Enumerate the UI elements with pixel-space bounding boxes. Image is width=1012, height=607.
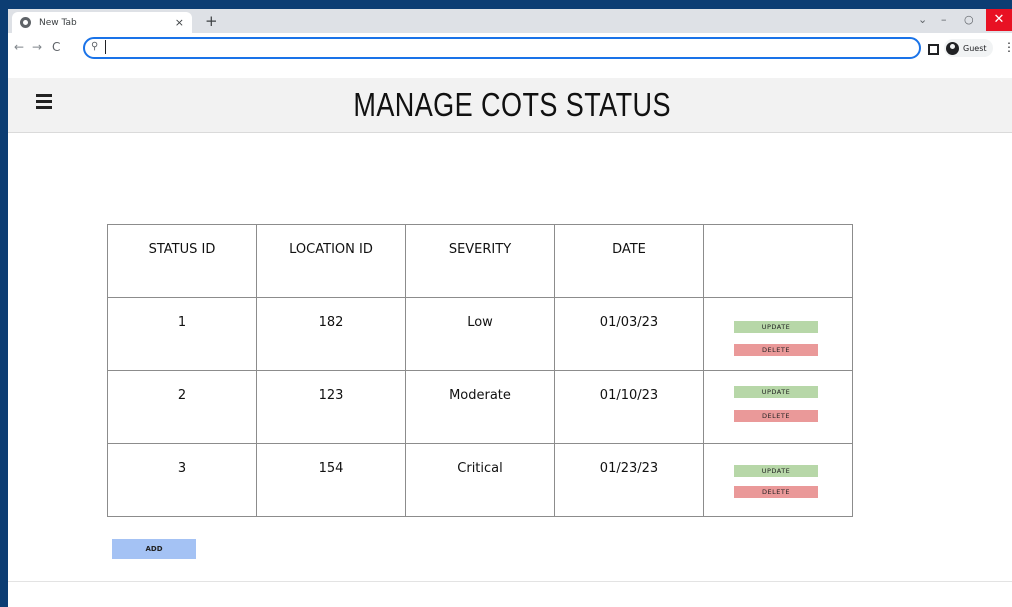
forward-arrow-icon[interactable]: → bbox=[32, 39, 42, 55]
date-cell: 01/23/23 bbox=[554, 443, 704, 517]
column-header-date: DATE bbox=[554, 224, 704, 298]
status-id-value: 3 bbox=[177, 461, 187, 476]
delete-button[interactable]: DELETE bbox=[734, 344, 818, 356]
location-id-cell: 182 bbox=[256, 297, 406, 371]
column-header-label: SEVERITY bbox=[448, 242, 512, 257]
column-header-status-id: STATUS ID bbox=[107, 224, 257, 298]
update-button[interactable]: UPDATE bbox=[734, 321, 818, 333]
actions-cell: UPDATE DELETE bbox=[703, 370, 853, 444]
column-header-severity: SEVERITY bbox=[405, 224, 555, 298]
status-id-value: 2 bbox=[177, 388, 187, 403]
severity-cell: Moderate bbox=[405, 370, 555, 444]
actions-cell: UPDATE DELETE bbox=[703, 297, 853, 371]
location-id-value: 182 bbox=[318, 315, 344, 330]
add-button[interactable]: ADD bbox=[112, 539, 196, 559]
page-title: MANAGE COTS STATUS bbox=[353, 86, 671, 123]
table-row: 1 182 Low 01/03/23 UPDATE DELETE bbox=[107, 297, 853, 371]
close-window-icon[interactable]: ✕ bbox=[986, 9, 1012, 31]
profile-button[interactable]: Guest bbox=[944, 39, 993, 57]
status-id-cell: 1 bbox=[107, 297, 257, 371]
date-value: 01/10/23 bbox=[599, 388, 659, 403]
browser-tab[interactable]: New Tab × bbox=[12, 12, 192, 33]
column-header-label: DATE bbox=[612, 242, 646, 257]
restore-icon[interactable]: ○ bbox=[964, 13, 974, 27]
minimize-icon[interactable]: – bbox=[941, 13, 947, 27]
table-row: 2 123 Moderate 01/10/23 UPDATE DELETE bbox=[107, 370, 853, 444]
location-id-cell: 154 bbox=[256, 443, 406, 517]
table-row: 3 154 Critical 01/23/23 UPDATE DELETE bbox=[107, 443, 853, 517]
address-bar[interactable]: ⚲ bbox=[83, 37, 921, 59]
column-header-label bbox=[704, 225, 852, 242]
status-table: STATUS ID LOCATION ID SEVERITY DATE 1 18… bbox=[107, 224, 853, 517]
actions-cell: UPDATE DELETE bbox=[703, 443, 853, 517]
browser-toolbar: ← → C ⚲ Guest ⋮ bbox=[8, 33, 1012, 63]
location-id-value: 154 bbox=[318, 461, 344, 476]
column-header-label: LOCATION ID bbox=[289, 242, 373, 257]
side-panel-icon[interactable] bbox=[928, 44, 939, 55]
status-id-value: 1 bbox=[177, 315, 187, 330]
globe-icon bbox=[20, 17, 31, 28]
severity-cell: Low bbox=[405, 297, 555, 371]
update-button[interactable]: UPDATE bbox=[734, 386, 818, 398]
tab-close-icon[interactable]: × bbox=[175, 16, 184, 29]
date-cell: 01/03/23 bbox=[554, 297, 704, 371]
severity-value: Low bbox=[467, 315, 493, 330]
date-value: 01/23/23 bbox=[599, 461, 659, 476]
kebab-menu-icon[interactable]: ⋮ bbox=[1003, 40, 1012, 54]
footer-divider bbox=[8, 581, 1012, 582]
table-header-row: STATUS ID LOCATION ID SEVERITY DATE bbox=[107, 224, 853, 298]
actions-group: UPDATE DELETE bbox=[704, 444, 852, 516]
status-id-cell: 2 bbox=[107, 370, 257, 444]
reload-icon[interactable]: C bbox=[52, 39, 60, 55]
back-arrow-icon[interactable]: ← bbox=[14, 39, 24, 55]
location-id-value: 123 bbox=[318, 388, 344, 403]
status-id-cell: 3 bbox=[107, 443, 257, 517]
date-value: 01/03/23 bbox=[599, 315, 659, 330]
actions-group: UPDATE DELETE bbox=[704, 371, 852, 443]
severity-cell: Critical bbox=[405, 443, 555, 517]
tab-strip: New Tab × + ⌄ – ○ ✕ bbox=[8, 9, 1012, 33]
update-button[interactable]: UPDATE bbox=[734, 465, 818, 477]
delete-button[interactable]: DELETE bbox=[734, 486, 818, 498]
browser-window: New Tab × + ⌄ – ○ ✕ ← → C ⚲ Guest ⋮ MANA… bbox=[8, 9, 1012, 607]
address-input[interactable] bbox=[105, 40, 898, 54]
actions-group: UPDATE DELETE bbox=[704, 298, 852, 370]
date-cell: 01/10/23 bbox=[554, 370, 704, 444]
tab-title: New Tab bbox=[39, 17, 77, 28]
location-id-cell: 123 bbox=[256, 370, 406, 444]
hamburger-menu-icon[interactable] bbox=[36, 93, 52, 109]
search-icon: ⚲ bbox=[91, 41, 99, 52]
delete-button[interactable]: DELETE bbox=[734, 410, 818, 422]
app-header: MANAGE COTS STATUS bbox=[8, 78, 1012, 133]
severity-value: Moderate bbox=[449, 388, 511, 403]
severity-value: Critical bbox=[457, 461, 503, 476]
profile-label: Guest bbox=[963, 43, 987, 53]
tab-search-chevron-icon[interactable]: ⌄ bbox=[918, 13, 927, 27]
column-header-actions bbox=[703, 224, 853, 298]
profile-icon bbox=[946, 41, 959, 55]
status-table-container: STATUS ID LOCATION ID SEVERITY DATE 1 18… bbox=[107, 224, 853, 517]
new-tab-button[interactable]: + bbox=[205, 12, 218, 30]
column-header-label: STATUS ID bbox=[148, 242, 216, 257]
column-header-location-id: LOCATION ID bbox=[256, 224, 406, 298]
